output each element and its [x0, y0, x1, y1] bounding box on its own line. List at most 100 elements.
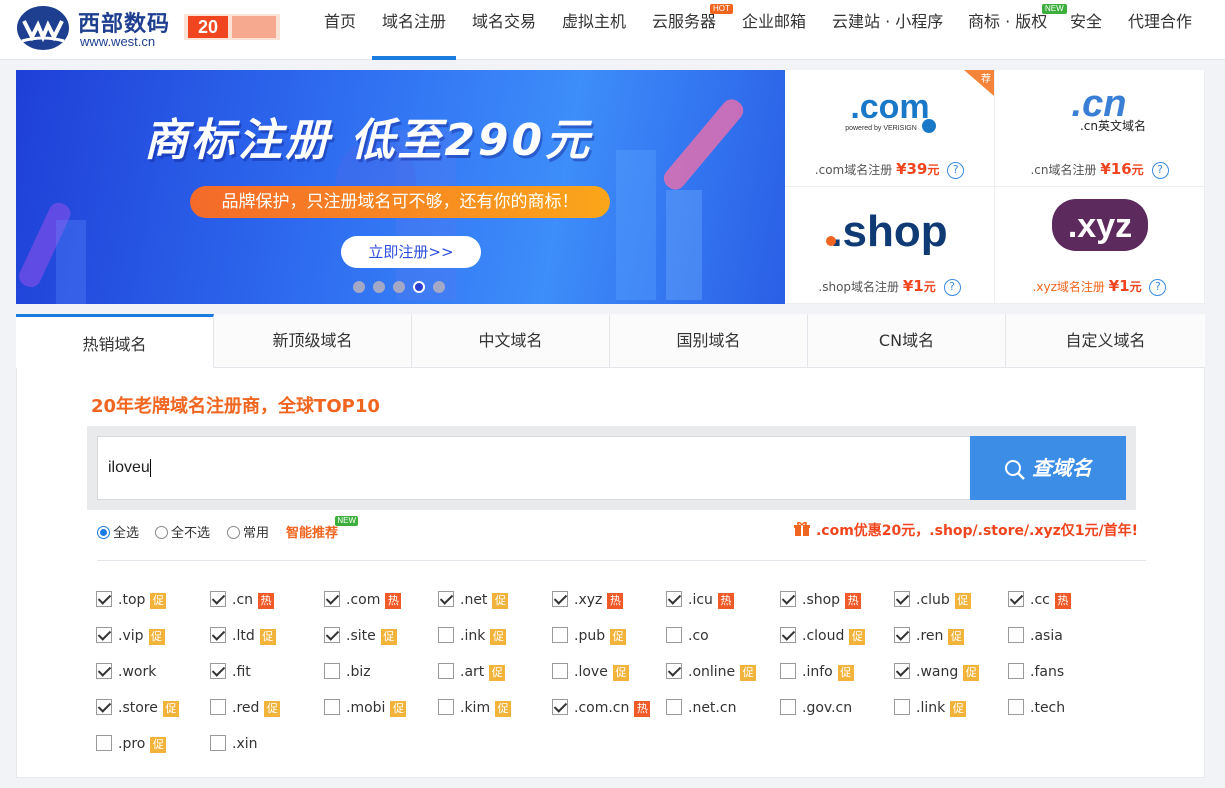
tld-option[interactable]: .net.cn — [666, 698, 736, 722]
checkbox[interactable] — [210, 735, 226, 751]
tab-2[interactable]: 中文域名 — [412, 314, 610, 368]
tld-option[interactable]: .co — [666, 626, 709, 650]
checkbox[interactable] — [552, 591, 568, 607]
tld-option[interactable]: .ren 促 — [894, 626, 965, 650]
tld-option[interactable]: .fit — [210, 662, 251, 686]
checkbox[interactable] — [96, 735, 112, 751]
checkbox[interactable] — [552, 699, 568, 715]
help-icon[interactable]: ? — [947, 162, 965, 179]
checkbox[interactable] — [552, 627, 568, 643]
checkbox[interactable] — [894, 663, 910, 679]
checkbox[interactable] — [666, 627, 682, 643]
nav-item-4[interactable]: 云服务器 — [652, 0, 716, 60]
checkbox[interactable] — [780, 663, 796, 679]
promo-banner[interactable]: 商标注册 低至290元 品牌保护，只注册域名可不够，还有你的商标！ 立即注册>> — [16, 70, 785, 304]
checkbox[interactable] — [438, 663, 454, 679]
tab-5[interactable]: 自定义域名 — [1006, 314, 1205, 368]
tld-option[interactable]: .biz — [324, 662, 371, 686]
checkbox[interactable] — [438, 627, 454, 643]
tab-1[interactable]: 新顶级域名 — [214, 314, 412, 368]
tld-option[interactable]: .pro 促 — [96, 734, 167, 758]
tld-option[interactable]: .tech — [1008, 698, 1065, 722]
carousel-dot[interactable] — [393, 281, 405, 293]
nav-item-5[interactable]: 企业邮箱 — [742, 0, 806, 60]
tld-option[interactable]: .xin — [210, 734, 258, 758]
checkbox[interactable] — [324, 699, 340, 715]
tab-0[interactable]: 热销域名 — [16, 314, 214, 368]
checkbox[interactable] — [1008, 591, 1024, 607]
tld-option[interactable]: .com 热 — [324, 590, 402, 614]
tld-option[interactable]: .ink 促 — [438, 626, 507, 650]
checkbox[interactable] — [210, 591, 226, 607]
checkbox[interactable] — [324, 627, 340, 643]
checkbox[interactable] — [438, 591, 454, 607]
checkbox[interactable] — [438, 699, 454, 715]
checkbox[interactable] — [666, 591, 682, 607]
tld-option[interactable]: .store 促 — [96, 698, 179, 722]
common-radio[interactable]: 常用 — [227, 522, 269, 541]
tld-option[interactable]: .fans — [1008, 662, 1064, 686]
checkbox[interactable] — [210, 627, 226, 643]
checkbox[interactable] — [894, 627, 910, 643]
checkbox[interactable] — [324, 663, 340, 679]
search-domain-button[interactable]: 查域名 — [970, 436, 1126, 500]
tld-option[interactable]: .icu 热 — [666, 590, 734, 614]
checkbox[interactable] — [1008, 627, 1024, 643]
nav-item-3[interactable]: 虚拟主机 — [562, 0, 626, 60]
checkbox[interactable] — [894, 591, 910, 607]
tld-option[interactable]: .pub 促 — [552, 626, 627, 650]
tld-option[interactable]: .mobi 促 — [324, 698, 407, 722]
select-all-radio[interactable]: 全选 — [97, 522, 139, 541]
nav-item-7[interactable]: 商标 · 版权 — [968, 0, 1047, 60]
checkbox[interactable] — [96, 627, 112, 643]
checkbox[interactable] — [780, 591, 796, 607]
nav-item-9[interactable]: 代理合作 — [1128, 0, 1192, 60]
shop-card[interactable]: .shop .shop域名注册 ¥1元 ? — [785, 187, 995, 304]
domain-search-input[interactable]: iloveu — [97, 436, 971, 500]
tld-option[interactable]: .vip 促 — [96, 626, 165, 650]
carousel-dot[interactable] — [413, 281, 425, 293]
tld-option[interactable]: .xyz 热 — [552, 590, 624, 614]
com-card[interactable]: 荐 .com powered by VERISIGN .com域名注册 ¥39元… — [785, 70, 995, 187]
tld-option[interactable]: .site 促 — [324, 626, 397, 650]
checkbox[interactable] — [1008, 663, 1024, 679]
tld-option[interactable]: .ltd 促 — [210, 626, 276, 650]
tld-option[interactable]: .art 促 — [438, 662, 506, 686]
tab-3[interactable]: 国别域名 — [610, 314, 808, 368]
tld-option[interactable]: .cloud 促 — [780, 626, 866, 650]
tld-option[interactable]: .info 促 — [780, 662, 854, 686]
cn-card[interactable]: .cn .cn英文域名 .cn域名注册 ¥16元 ? — [995, 70, 1205, 187]
help-icon[interactable]: ? — [1149, 279, 1167, 296]
tld-option[interactable]: .club 促 — [894, 590, 971, 614]
checkbox[interactable] — [894, 699, 910, 715]
tld-option[interactable]: .link 促 — [894, 698, 967, 722]
checkbox[interactable] — [96, 699, 112, 715]
tld-option[interactable]: .gov.cn — [780, 698, 852, 722]
checkbox[interactable] — [666, 699, 682, 715]
carousel-dot[interactable] — [433, 281, 445, 293]
help-icon[interactable]: ? — [1151, 162, 1169, 179]
register-now-button[interactable]: 立即注册>> — [341, 236, 481, 268]
checkbox[interactable] — [666, 663, 682, 679]
carousel-dot[interactable] — [353, 281, 365, 293]
tld-option[interactable]: .top 促 — [96, 590, 167, 614]
checkbox[interactable] — [96, 591, 112, 607]
smart-recommend-link[interactable]: 智能推荐 NEW — [286, 516, 359, 541]
site-logo[interactable]: 西部数码 www.west.cn 20 — [16, 4, 284, 54]
help-icon[interactable]: ? — [943, 279, 961, 296]
checkbox[interactable] — [780, 627, 796, 643]
checkbox[interactable] — [210, 699, 226, 715]
checkbox[interactable] — [96, 663, 112, 679]
tld-option[interactable]: .kim 促 — [438, 698, 512, 722]
tld-option[interactable]: .red 促 — [210, 698, 281, 722]
tld-option[interactable]: .online 促 — [666, 662, 757, 686]
nav-item-0[interactable]: 首页 — [324, 0, 356, 60]
checkbox[interactable] — [210, 663, 226, 679]
tld-option[interactable]: .love 促 — [552, 662, 629, 686]
tld-option[interactable]: .cc 热 — [1008, 590, 1071, 614]
tld-option[interactable]: .shop 热 — [780, 590, 862, 614]
select-none-radio[interactable]: 全不选 — [155, 522, 210, 541]
checkbox[interactable] — [324, 591, 340, 607]
tld-option[interactable]: .net 促 — [438, 590, 509, 614]
tld-option[interactable]: .asia — [1008, 626, 1063, 650]
